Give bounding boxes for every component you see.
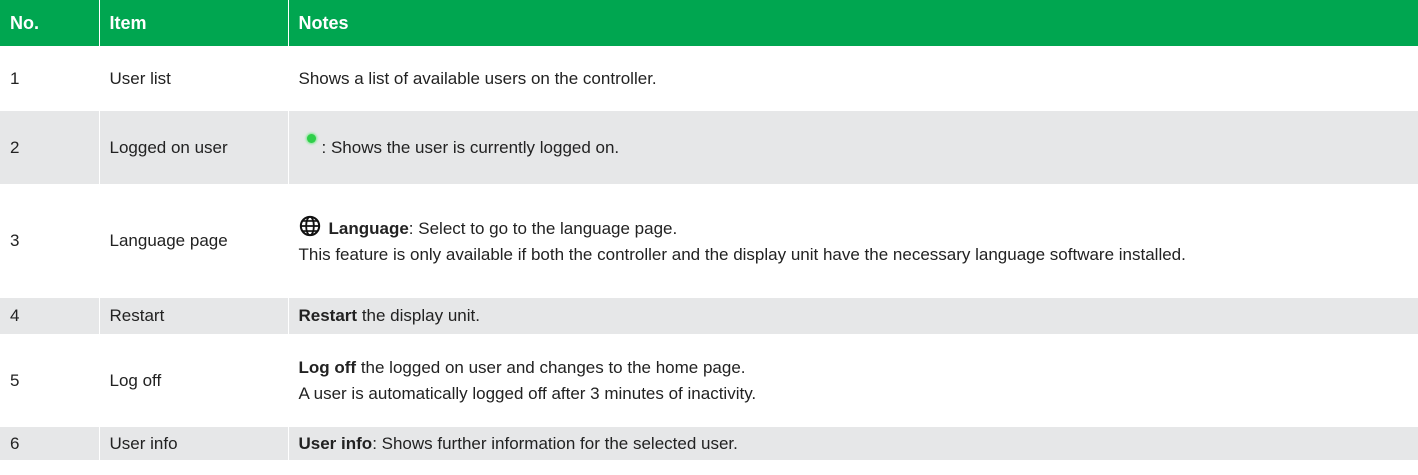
table-row: 4 Restart Restart the display unit. — [0, 298, 1418, 334]
row-item: Restart — [99, 298, 289, 334]
row-note: Shows a list of available users on the c… — [288, 46, 1418, 111]
row-note-line2: A user is automatically logged off after… — [298, 383, 757, 403]
row-item: Logged on user — [99, 111, 289, 184]
green-dot-icon — [306, 133, 316, 143]
row-note-cell: Log off the logged on user and changes t… — [288, 334, 1418, 427]
row-note-bold: User info — [298, 433, 373, 453]
row-number: 2 — [0, 111, 100, 184]
table-row: 5 Log off Log off the logged on user and… — [0, 334, 1418, 427]
header-no: No. — [0, 0, 100, 46]
row-item: Log off — [99, 334, 289, 427]
row-note-bold: Restart — [298, 306, 358, 325]
row-note-bold: Log off — [298, 357, 357, 377]
table-row: 6 User info User info: Shows further inf… — [0, 427, 1418, 460]
row-note-cell: Restart the display unit. — [288, 298, 1418, 334]
row-note: : Shows the user is currently logged on. — [321, 137, 620, 157]
row-number: 6 — [0, 427, 100, 460]
header-item: Item — [99, 0, 289, 46]
header-notes: Notes — [288, 0, 1418, 46]
row-note: : Select to go to the language page. — [408, 218, 678, 238]
row-note: the display unit. — [357, 306, 480, 325]
row-note-cell: : Shows the user is currently logged on. — [288, 111, 1418, 184]
row-number: 3 — [0, 184, 100, 298]
row-note: : Shows further information for the sele… — [372, 433, 738, 453]
row-item: User list — [99, 46, 289, 111]
table-row: 1 User list Shows a list of available us… — [0, 46, 1418, 111]
globe-icon — [299, 215, 320, 236]
row-note-bold: Language — [328, 218, 409, 238]
row-note-line2: This feature is only available if both t… — [298, 244, 1186, 264]
row-item: User info — [99, 427, 289, 460]
table-row: 3 Language page Language: Select to go t… — [0, 184, 1418, 298]
row-note-cell: User info: Shows further information for… — [288, 427, 1418, 460]
row-number: 1 — [0, 46, 100, 111]
row-item: Language page — [99, 184, 289, 298]
row-number: 4 — [0, 298, 100, 334]
table-header-row: No. Item Notes — [0, 0, 1418, 46]
row-number: 5 — [0, 334, 100, 427]
table-row: 2 Logged on user : Shows the user is cur… — [0, 111, 1418, 184]
row-note-cell: Language: Select to go to the language p… — [288, 184, 1418, 298]
notes-table: No. Item Notes 1 User list Shows a list … — [0, 0, 1418, 460]
row-note: the logged on user and changes to the ho… — [356, 357, 746, 377]
